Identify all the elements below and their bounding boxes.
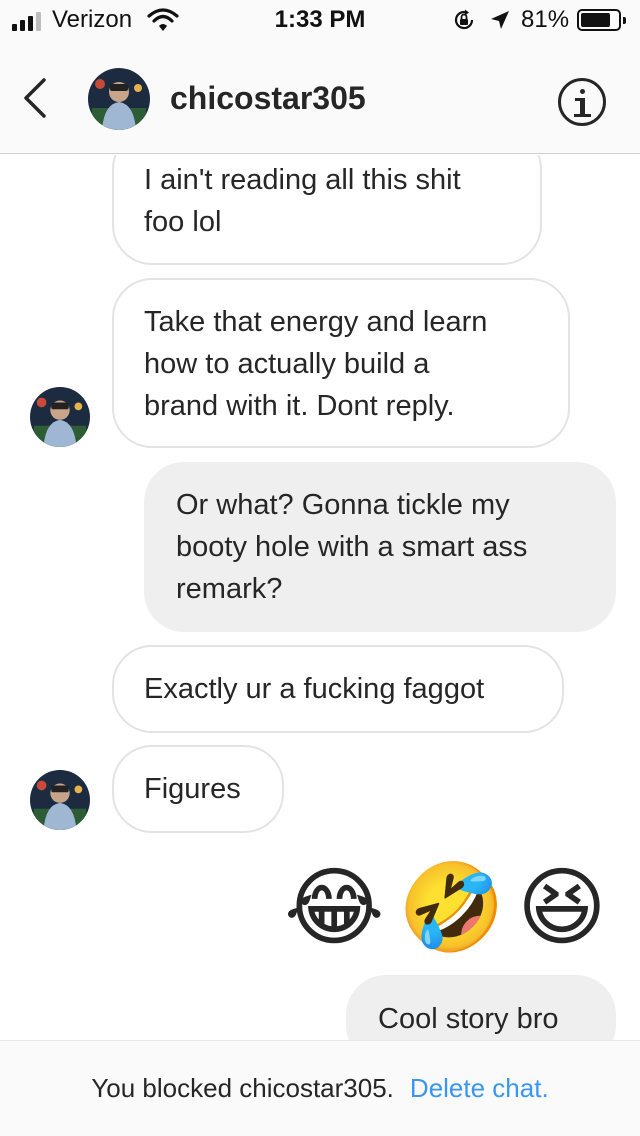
- avatar[interactable]: [88, 68, 150, 130]
- avatar-image: [30, 387, 90, 447]
- emoji-message[interactable]: 😂 🤣 😆: [284, 858, 612, 958]
- avatar[interactable]: [30, 387, 90, 447]
- message-bubble-incoming[interactable]: Take that energy and learn how to actual…: [112, 278, 570, 448]
- battery-percent: 81%: [521, 6, 570, 33]
- avatar-image: [30, 770, 90, 830]
- status-bar: Verizon 1:33 PM 81%: [0, 0, 640, 40]
- message-list[interactable]: I ain't reading all this shit foo lol Ta…: [0, 155, 640, 1040]
- chat-header: chicostar305: [0, 40, 640, 154]
- chevron-left-icon[interactable]: [18, 76, 54, 120]
- message-bubble-incoming[interactable]: I ain't reading all this shit foo lol: [112, 155, 542, 265]
- tears-of-joy-emoji-icon: 😂: [284, 858, 385, 958]
- message-bubble-outgoing[interactable]: Or what? Gonna tickle my booty hole with…: [144, 462, 616, 632]
- battery-level: [581, 13, 610, 27]
- message-bubble-outgoing[interactable]: Cool story bro: [346, 975, 616, 1040]
- orientation-lock-icon: [454, 9, 474, 30]
- rolling-on-floor-laughing-emoji-icon: 🤣: [398, 858, 506, 958]
- blocked-notice: You blocked chicostar305.: [91, 1073, 394, 1103]
- info-icon[interactable]: [558, 78, 606, 126]
- avatar[interactable]: [30, 770, 90, 830]
- message-bubble-incoming[interactable]: Exactly ur a fucking faggot: [112, 645, 564, 733]
- chat-username[interactable]: chicostar305: [170, 80, 366, 117]
- squinting-laughing-emoji-icon: 😆: [517, 858, 607, 958]
- location-arrow-icon: [491, 11, 509, 29]
- blocked-footer: You blocked chicostar305. Delete chat.: [0, 1040, 640, 1136]
- avatar-image: [88, 68, 150, 130]
- message-bubble-incoming[interactable]: Figures: [112, 745, 284, 833]
- delete-chat-link[interactable]: Delete chat.: [410, 1073, 549, 1104]
- battery-icon: [577, 9, 626, 31]
